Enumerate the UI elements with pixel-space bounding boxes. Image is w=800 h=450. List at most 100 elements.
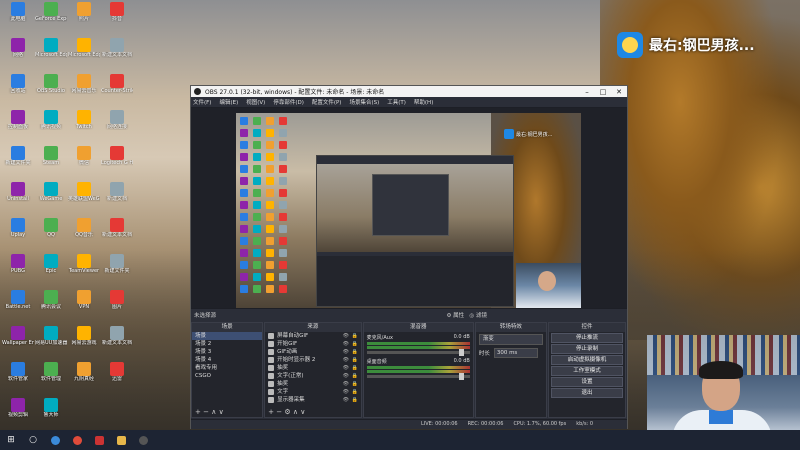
- desktop-icon[interactable]: 新建文档: [101, 182, 133, 216]
- source-item[interactable]: 文字(正常) 👁 🔒: [265, 372, 361, 380]
- up-icon[interactable]: ∧: [293, 408, 298, 416]
- desktop-icon[interactable]: 此电脑: [2, 2, 34, 36]
- stop-streaming-button[interactable]: 停止推流: [550, 333, 623, 343]
- app-icon[interactable]: [88, 430, 110, 450]
- source-item[interactable]: 抽奖 👁 🔒: [265, 380, 361, 388]
- desktop-icon[interactable]: PUBG: [2, 254, 34, 288]
- desktop-icon[interactable]: 新建文本文档: [101, 326, 133, 360]
- lock-icon[interactable]: 🔒: [352, 340, 361, 348]
- obs-window[interactable]: OBS 27.0.1 (32-bit, windows) - 配置文件: 未命名…: [190, 85, 628, 429]
- desktop-icon[interactable]: 视频剪辑: [2, 398, 34, 432]
- desktop-icon[interactable]: 新建文件夹: [2, 146, 34, 180]
- menu-edit[interactable]: 编辑(E): [219, 98, 238, 106]
- scene-item[interactable]: 场景 4: [192, 356, 262, 364]
- desktop-icon[interactable]: OBS Studio: [35, 74, 67, 108]
- source-item[interactable]: GIF动画 👁 🔒: [265, 348, 361, 356]
- maximize-icon[interactable]: □: [595, 88, 611, 96]
- stop-recording-button[interactable]: 停止录制: [550, 344, 623, 354]
- menu-tools[interactable]: 工具(T): [387, 98, 406, 106]
- visibility-icon[interactable]: 👁: [343, 332, 352, 340]
- lock-icon[interactable]: 🔒: [352, 332, 361, 340]
- desktop-icon[interactable]: 新建文本文档: [101, 218, 133, 252]
- source-item[interactable]: 开始GIF 👁 🔒: [265, 340, 361, 348]
- visibility-icon[interactable]: 👁: [343, 348, 352, 356]
- desktop-icon[interactable]: TeamViewer: [68, 254, 100, 288]
- remove-icon[interactable]: −: [203, 408, 209, 416]
- desktop-icon[interactable]: 网络连接: [101, 110, 133, 144]
- desktop-icon[interactable]: Epic: [35, 254, 67, 288]
- lock-icon[interactable]: 🔒: [352, 380, 361, 388]
- desktop-icon[interactable]: 网络: [2, 38, 34, 72]
- desktop-icon[interactable]: 控制面板: [2, 110, 34, 144]
- transition-select[interactable]: 渐变: [478, 334, 543, 345]
- desktop-icon[interactable]: WeGame: [35, 182, 67, 216]
- folder-icon[interactable]: [110, 430, 132, 450]
- desktop-icon[interactable]: Battle.net: [2, 290, 34, 324]
- remove-icon[interactable]: −: [276, 408, 282, 416]
- preview-canvas[interactable]: 最右:钢巴男孩...: [236, 113, 581, 308]
- source-item[interactable]: 文字 👁 🔒: [265, 388, 361, 396]
- desktop-icon[interactable]: 微信: [68, 146, 100, 180]
- obs-preview[interactable]: 最右:钢巴男孩...: [191, 108, 627, 308]
- desktop-icon[interactable]: 网易UU加速器: [35, 326, 67, 360]
- desktop-icon[interactable]: VPN: [68, 290, 100, 324]
- desktop-icon[interactable]: Uninstall: [2, 182, 34, 216]
- duration-input[interactable]: 300 ms: [493, 348, 538, 358]
- desktop-icon[interactable]: 回收站: [2, 74, 34, 108]
- desktop-icon[interactable]: 网易云游戏: [68, 326, 100, 360]
- menu-view[interactable]: 视图(V): [246, 98, 265, 106]
- menu-file[interactable]: 文件(F): [193, 98, 211, 106]
- obs-titlebar[interactable]: OBS 27.0.1 (32-bit, windows) - 配置文件: 未命名…: [191, 86, 627, 97]
- desktop-icon[interactable]: Wallpaper Engine: [2, 326, 34, 360]
- lock-icon[interactable]: 🔒: [352, 396, 361, 404]
- lock-icon[interactable]: 🔒: [352, 388, 361, 396]
- desktop-icon[interactable]: 腾讯视频: [35, 110, 67, 144]
- desktop-icon[interactable]: 网易云音乐: [68, 74, 100, 108]
- visibility-icon[interactable]: 👁: [343, 396, 352, 404]
- scene-item[interactable]: 场景 3: [192, 348, 262, 356]
- chrome-icon[interactable]: [44, 430, 66, 450]
- desktop-icon[interactable]: GeForce Experience: [35, 2, 67, 36]
- menu-profile[interactable]: 配置文件(P): [312, 98, 342, 106]
- desktop-icon[interactable]: QQ音乐: [68, 218, 100, 252]
- add-icon[interactable]: +: [195, 408, 201, 416]
- source-item[interactable]: 抽奖 👁 🔒: [265, 364, 361, 372]
- desktop-icon[interactable]: 新建文本文档: [101, 38, 133, 72]
- menu-scene-collection[interactable]: 场景集合(S): [349, 98, 379, 106]
- volume-slider[interactable]: [366, 373, 470, 380]
- visibility-icon[interactable]: 👁: [343, 340, 352, 348]
- exit-button[interactable]: 退出: [550, 388, 623, 398]
- down-icon[interactable]: ∨: [219, 408, 224, 416]
- desktop-icon[interactable]: 软件管家: [2, 362, 34, 396]
- gear-icon[interactable]: ⚙: [446, 313, 451, 319]
- desktop-icon[interactable]: 迅雷: [101, 362, 133, 396]
- desktop-icon[interactable]: Twitch: [68, 110, 100, 144]
- filters-button[interactable]: 滤镜: [476, 313, 487, 319]
- visibility-icon[interactable]: 👁: [343, 364, 352, 372]
- desktop-icon[interactable]: Steam: [35, 146, 67, 180]
- source-item[interactable]: 屏幕自动GIF 👁 🔒: [265, 332, 361, 340]
- volume-slider[interactable]: [366, 349, 470, 356]
- desktop-icon[interactable]: Microsoft Edge: [35, 38, 67, 72]
- desktop-icon[interactable]: 软件管理: [35, 362, 67, 396]
- close-icon[interactable]: ✕: [611, 88, 627, 96]
- menu-help[interactable]: 帮助(H): [414, 98, 433, 106]
- scene-item[interactable]: 场景 2: [192, 340, 262, 348]
- up-icon[interactable]: ∧: [211, 408, 216, 416]
- properties-button[interactable]: 属性: [453, 313, 464, 319]
- studio-mode-button[interactable]: 工作室模式: [550, 366, 623, 376]
- gear-icon[interactable]: ⚙: [284, 408, 290, 416]
- add-icon[interactable]: +: [268, 408, 274, 416]
- settings-button[interactable]: 设置: [550, 377, 623, 387]
- desktop-icon[interactable]: 新建文件夹: [101, 254, 133, 288]
- visibility-icon[interactable]: 👁: [343, 380, 352, 388]
- menu-docks[interactable]: 停靠部件(D): [273, 98, 304, 106]
- desktop-icon[interactable]: Uplay: [2, 218, 34, 252]
- lock-icon[interactable]: 🔒: [352, 364, 361, 372]
- edge-icon[interactable]: [66, 430, 88, 450]
- desktop-icon[interactable]: Logitech G HUB: [101, 146, 133, 180]
- virtual-camera-button[interactable]: 启动虚拟摄像机: [550, 355, 623, 365]
- visibility-icon[interactable]: 👁: [343, 356, 352, 364]
- source-item[interactable]: 开始时显示器 2 👁 🔒: [265, 356, 361, 364]
- obs-icon[interactable]: [132, 430, 154, 450]
